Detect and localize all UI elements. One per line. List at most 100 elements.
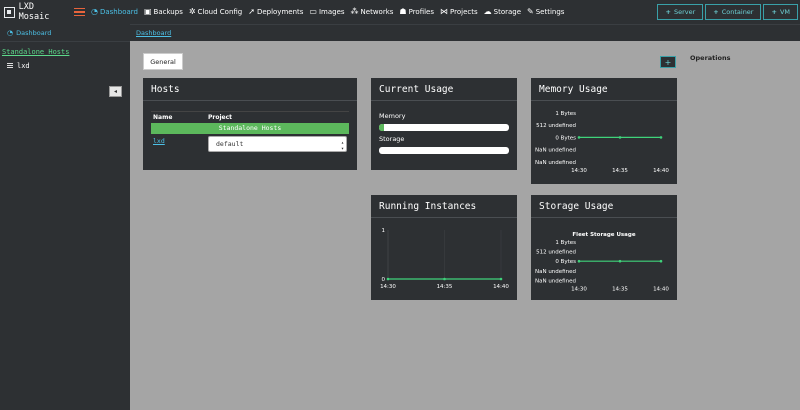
x-tick-label: 14:30 bbox=[380, 284, 396, 290]
menu-toggle-icon[interactable] bbox=[74, 7, 85, 17]
storage-icon: ☁ bbox=[483, 7, 492, 16]
divider bbox=[371, 100, 517, 101]
y-tick-label: 1 Bytes bbox=[555, 240, 576, 246]
sidebar-item-dashboard[interactable]: ◔ Dashboard bbox=[0, 24, 130, 41]
nav-item-backups[interactable]: ▣ Backups bbox=[144, 8, 183, 17]
breadcrumb-dashboard-link[interactable]: Dashboard bbox=[136, 29, 171, 37]
nav-item-images[interactable]: ▭ Images bbox=[309, 8, 345, 17]
storage-usage-card: Storage Usage Fleet Storage Usage 1 Bytes… bbox=[531, 195, 677, 300]
networks-icon: ⁂ bbox=[350, 7, 359, 16]
hosts-table: Name Project Standalone Hosts lxd defaul… bbox=[151, 111, 349, 153]
x-tick-label: 14:35 bbox=[612, 168, 628, 174]
running-instances-chart: 1 014:30 14:35 14:40 bbox=[380, 228, 509, 290]
nav-item-label: Images bbox=[318, 8, 345, 16]
data-point bbox=[659, 259, 663, 263]
card-title: Current Usage bbox=[379, 84, 454, 95]
y-tick-label: NaN undefined bbox=[535, 269, 576, 275]
project-select-value: default bbox=[216, 139, 244, 148]
data-point bbox=[499, 277, 503, 281]
select-caret-icon: ▴ ▾ bbox=[340, 139, 344, 152]
top-navbar: LXD Mosaic ◔ Dashboard ▣ Backups ✲ Cloud Conf… bbox=[0, 0, 800, 24]
host-link-lxd[interactable]: lxd bbox=[151, 137, 208, 145]
nav-item-dashboard[interactable]: ◔ Dashboard bbox=[91, 7, 138, 17]
y-tick-label: NaN undefined bbox=[535, 148, 576, 154]
profiles-icon: ☗ bbox=[399, 7, 407, 16]
collapse-host-button[interactable]: ◂ bbox=[109, 86, 122, 97]
plus-icon: + bbox=[771, 8, 777, 16]
nav-item-label: Deployments bbox=[256, 8, 304, 16]
button-label: Server bbox=[673, 8, 696, 16]
memory-usage-card: Memory Usage 1 Bytes 512 undefined 0 Bytes… bbox=[531, 78, 677, 184]
sidebar-item-label: Dashboard bbox=[16, 28, 52, 37]
sidebar-host-lxd[interactable]: lxd bbox=[0, 60, 130, 72]
nav-item-label: Dashboard bbox=[99, 8, 138, 16]
nav-item-settings[interactable]: ✎ Settings bbox=[527, 7, 565, 17]
operations-title: Operations bbox=[690, 54, 731, 62]
storage-usage-chart: Fleet Storage Usage 1 Bytes 512 undefined 0… bbox=[535, 232, 669, 292]
server-icon bbox=[7, 63, 13, 69]
project-select[interactable]: default ▴ ▾ bbox=[208, 135, 347, 152]
column-header-project: Project bbox=[208, 114, 233, 121]
memory-progress-bar bbox=[379, 124, 509, 131]
nav-item-label: Networks bbox=[360, 8, 394, 16]
data-point bbox=[443, 277, 446, 281]
add-server-button[interactable]: + Server bbox=[657, 4, 704, 20]
data-point bbox=[618, 136, 622, 139]
y-tick-label: 512 undefined bbox=[536, 250, 576, 256]
nav-item-deployments[interactable]: ➚ Deployments bbox=[248, 8, 304, 17]
column-header-name: Name bbox=[153, 114, 173, 121]
data-point bbox=[577, 259, 581, 263]
logo-icon bbox=[4, 6, 15, 18]
chart-title: Fleet Storage Usage bbox=[572, 232, 635, 238]
storage-label: Storage bbox=[379, 135, 405, 143]
y-tick-label: 0 Bytes bbox=[555, 259, 576, 265]
plus-icon: + bbox=[713, 8, 719, 16]
dashboard-icon: ◔ bbox=[91, 7, 98, 16]
button-label: VM bbox=[779, 8, 790, 16]
brand[interactable]: LXD Mosaic bbox=[0, 0, 68, 24]
nav-item-storage[interactable]: ☁ Storage bbox=[483, 7, 522, 17]
running-instances-card: Running Instances 1 0 14:30 14:35 14:40 bbox=[371, 195, 517, 300]
y-tick-label: 512 undefined bbox=[536, 123, 576, 129]
dashboard-icon: ◔ bbox=[7, 28, 14, 37]
memory-usage-chart: 1 Bytes 512 undefined 0 Bytes NaN undefined… bbox=[535, 111, 669, 174]
nav-item-projects[interactable]: ⋈ Projects bbox=[440, 8, 478, 17]
nav-item-label: Projects bbox=[450, 8, 478, 16]
nav-item-cloud-config[interactable]: ✲ Cloud Config bbox=[189, 8, 243, 17]
tab-general[interactable]: General bbox=[143, 53, 183, 70]
settings-icon: ✎ bbox=[527, 7, 534, 16]
x-tick-label: 14:35 bbox=[437, 284, 453, 290]
y-tick-label: 0 bbox=[382, 277, 386, 283]
x-tick-label: 14:40 bbox=[653, 168, 669, 174]
storage-progress-bar bbox=[379, 147, 509, 154]
y-tick-label: 1 Bytes bbox=[555, 111, 576, 117]
nav-item-label: Profiles bbox=[408, 8, 435, 16]
table-row: lxd default ▴ ▾ bbox=[151, 134, 349, 153]
x-tick-label: 14:35 bbox=[612, 286, 628, 292]
nav-item-label: Cloud Config bbox=[197, 8, 243, 16]
sidebar-group-standalone-hosts[interactable]: Standalone Hosts bbox=[0, 48, 130, 56]
app-title: LXD Mosaic bbox=[18, 2, 50, 22]
button-label: Container bbox=[721, 8, 754, 16]
sidebar-host-label: lxd bbox=[17, 62, 30, 70]
nav-item-networks[interactable]: ⁂ Networks bbox=[350, 7, 394, 17]
data-point bbox=[659, 136, 663, 139]
current-usage-card: Current Usage Memory Storage bbox=[371, 78, 517, 170]
y-tick-label: NaN undefined bbox=[535, 160, 576, 166]
breadcrumb: Dashboard bbox=[130, 24, 800, 41]
add-vm-button[interactable]: + VM bbox=[763, 4, 798, 20]
add-container-button[interactable]: + Container bbox=[705, 4, 762, 20]
add-operation-button[interactable]: + bbox=[660, 56, 676, 68]
table-header: Name Project bbox=[151, 111, 349, 123]
nav-item-profiles[interactable]: ☗ Profiles bbox=[399, 7, 435, 17]
divider bbox=[143, 100, 357, 101]
data-point bbox=[386, 277, 390, 281]
nav-item-label: Settings bbox=[535, 8, 565, 16]
data-point bbox=[577, 136, 581, 139]
y-tick-label: NaN undefined bbox=[535, 278, 576, 284]
memory-label: Memory bbox=[379, 112, 406, 120]
nav-item-label: Storage bbox=[493, 8, 522, 16]
x-tick-label: 14:40 bbox=[653, 286, 669, 292]
table-group-row: Standalone Hosts bbox=[151, 123, 349, 134]
x-tick-label: 14:30 bbox=[571, 286, 587, 292]
